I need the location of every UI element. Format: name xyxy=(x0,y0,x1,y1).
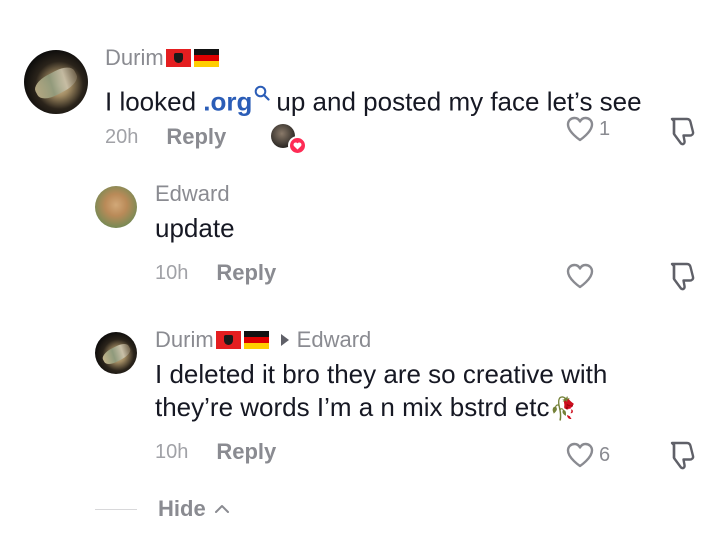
timestamp: 10h xyxy=(155,440,189,463)
like-button[interactable]: 6 xyxy=(565,441,610,469)
comment-text: I looked .org up and posted my face let’s… xyxy=(105,76,642,119)
germany-flag-icon xyxy=(243,331,269,349)
comment-text: I deleted it bro they are so creative wi… xyxy=(155,359,608,422)
dislike-button[interactable] xyxy=(666,260,696,292)
thumbs-down-icon xyxy=(670,441,695,470)
reply-button[interactable]: Reply xyxy=(216,260,276,286)
like-count: 1 xyxy=(599,117,611,140)
avatar[interactable] xyxy=(95,186,137,228)
comment-text: update xyxy=(155,213,235,243)
comment-username[interactable]: Durim xyxy=(105,45,219,71)
timestamp: 20h xyxy=(105,125,139,148)
like-button[interactable]: 1 xyxy=(565,115,610,143)
heart-badge-icon xyxy=(288,136,307,155)
heart-icon xyxy=(566,263,594,289)
reply-button[interactable]: Reply xyxy=(166,124,226,150)
comment-meta: 10h Reply xyxy=(155,439,276,465)
like-count: 6 xyxy=(599,443,611,466)
thumbs-down-icon xyxy=(670,117,695,146)
reply-to-username[interactable]: Edward xyxy=(297,327,372,353)
heart-icon xyxy=(566,442,594,468)
comment-username[interactable]: Durim Edward xyxy=(155,327,371,353)
comment-meta: 20h Reply xyxy=(105,124,226,150)
divider xyxy=(95,508,137,510)
avatar[interactable] xyxy=(95,332,137,374)
albania-flag-icon xyxy=(215,331,241,349)
hide-replies-label: Hide xyxy=(158,496,206,521)
timestamp: 10h xyxy=(155,261,189,284)
albania-flag-icon xyxy=(165,49,191,67)
comment-username[interactable]: Edward xyxy=(155,181,230,207)
reply-button[interactable]: Reply xyxy=(216,439,276,465)
avatar[interactable] xyxy=(24,50,88,114)
like-button[interactable] xyxy=(565,262,595,290)
chevron-up-icon xyxy=(214,505,229,513)
germany-flag-icon xyxy=(193,49,219,67)
heart-icon xyxy=(566,116,594,142)
hide-replies-button[interactable]: Hide xyxy=(95,496,231,522)
comment-meta: 10h Reply xyxy=(155,260,276,286)
reply-to-arrow-icon xyxy=(280,334,289,346)
thumbs-down-icon xyxy=(670,262,695,291)
dislike-button[interactable] xyxy=(666,115,696,147)
wilted-flower-emoji: 🥀 xyxy=(549,396,577,421)
dislike-button[interactable] xyxy=(666,439,696,471)
search-link[interactable]: .org xyxy=(203,87,252,117)
search-icon[interactable] xyxy=(254,76,271,109)
